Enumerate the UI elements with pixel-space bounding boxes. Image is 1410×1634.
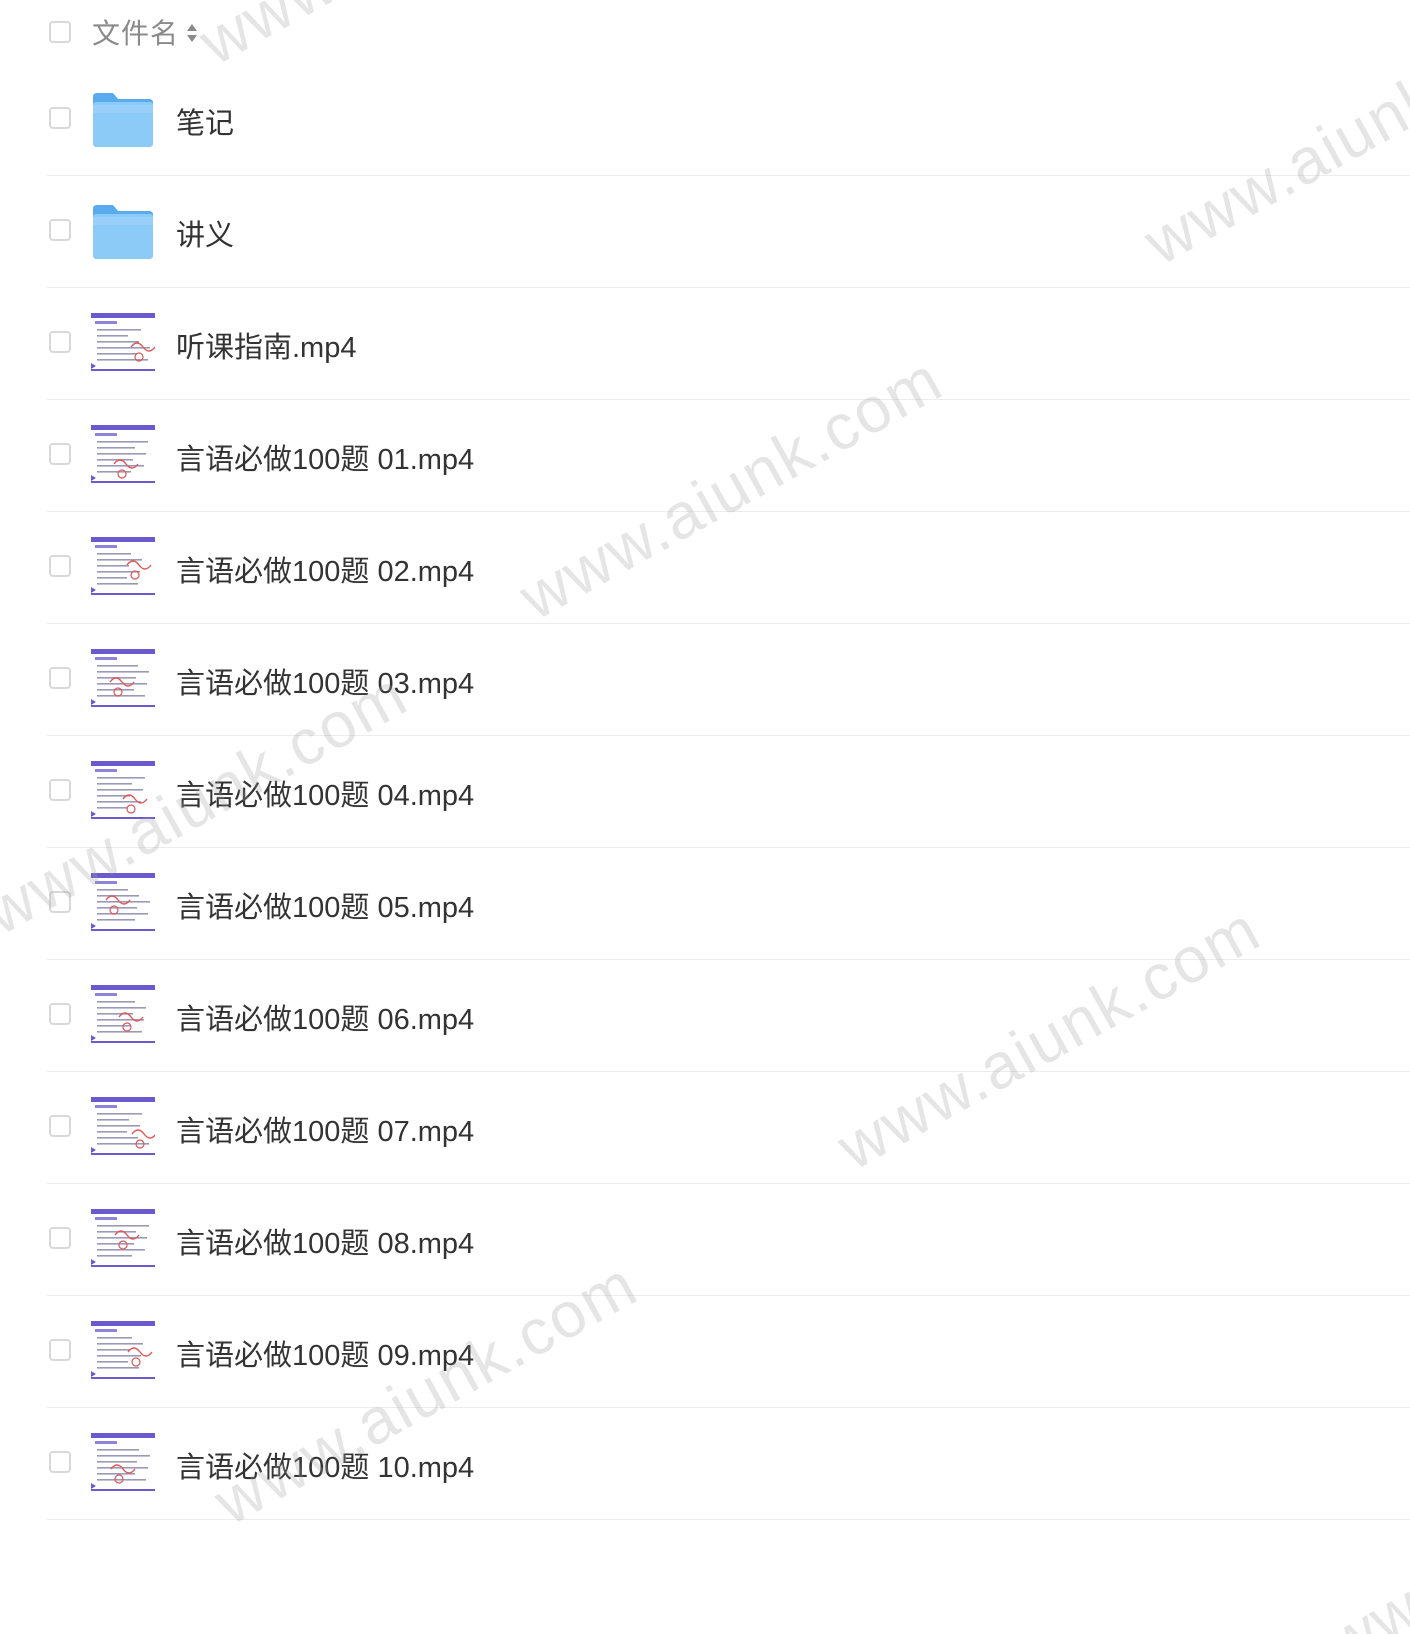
row-checkbox[interactable] xyxy=(49,1227,71,1249)
file-row[interactable]: 言语必做100题 03.mp4 xyxy=(47,624,1410,736)
file-list: 文件名 笔记讲义听课指南.mp4 言语必做100题 01.mp4 言语必做100题 … xyxy=(0,0,1410,1520)
video-thumbnail-icon[interactable] xyxy=(91,537,155,597)
select-all-checkbox[interactable] xyxy=(49,21,71,43)
video-thumbnail-icon[interactable] xyxy=(91,649,155,709)
file-row[interactable]: 言语必做100题 07.mp4 xyxy=(47,1072,1410,1184)
row-checkbox[interactable] xyxy=(49,1115,71,1137)
video-thumbnail-icon[interactable] xyxy=(91,1321,155,1381)
row-checkbox[interactable] xyxy=(49,443,71,465)
video-thumbnail-icon[interactable] xyxy=(91,1433,155,1493)
video-thumbnail-icon[interactable] xyxy=(91,1209,155,1269)
file-row[interactable]: 言语必做100题 05.mp4 xyxy=(47,848,1410,960)
file-row[interactable]: 言语必做100题 10.mp4 xyxy=(47,1408,1410,1520)
file-row[interactable]: 言语必做100题 01.mp4 xyxy=(47,400,1410,512)
file-name[interactable]: 言语必做100题 02.mp4 xyxy=(176,548,474,590)
file-name[interactable]: 言语必做100题 06.mp4 xyxy=(176,996,474,1038)
row-checkbox[interactable] xyxy=(49,667,71,689)
file-name[interactable]: 讲义 xyxy=(176,212,234,254)
file-name[interactable]: 言语必做100题 05.mp4 xyxy=(176,884,474,926)
file-row[interactable]: 言语必做100题 09.mp4 xyxy=(47,1296,1410,1408)
sort-arrows-icon[interactable] xyxy=(184,21,200,45)
video-thumbnail-icon[interactable] xyxy=(91,873,155,933)
file-row[interactable]: 讲义 xyxy=(47,176,1410,288)
file-row[interactable]: 笔记 xyxy=(47,64,1410,176)
file-row[interactable]: 言语必做100题 06.mp4 xyxy=(47,960,1410,1072)
file-name[interactable]: 听课指南.mp4 xyxy=(176,324,356,366)
file-name[interactable]: 言语必做100题 09.mp4 xyxy=(176,1332,474,1374)
file-name[interactable]: 言语必做100题 03.mp4 xyxy=(176,660,474,702)
file-row[interactable]: 听课指南.mp4 xyxy=(47,288,1410,400)
file-name[interactable]: 言语必做100题 01.mp4 xyxy=(176,436,474,478)
row-checkbox[interactable] xyxy=(49,1339,71,1361)
row-checkbox[interactable] xyxy=(49,555,71,577)
file-list-header: 文件名 xyxy=(0,0,1410,64)
video-thumbnail-icon[interactable] xyxy=(91,761,155,821)
row-checkbox[interactable] xyxy=(49,107,71,129)
video-thumbnail-icon[interactable] xyxy=(91,425,155,485)
file-name[interactable]: 笔记 xyxy=(176,100,234,142)
video-thumbnail-icon[interactable] xyxy=(91,985,155,1045)
file-name[interactable]: 言语必做100题 10.mp4 xyxy=(176,1444,474,1486)
folder-icon[interactable] xyxy=(91,201,155,261)
file-name[interactable]: 言语必做100题 08.mp4 xyxy=(176,1220,474,1262)
folder-icon[interactable] xyxy=(91,89,155,149)
file-row[interactable]: 言语必做100题 08.mp4 xyxy=(47,1184,1410,1296)
file-row[interactable]: 言语必做100题 02.mp4 xyxy=(47,512,1410,624)
row-checkbox[interactable] xyxy=(49,1451,71,1473)
video-thumbnail-icon[interactable] xyxy=(91,1097,157,1157)
video-thumbnail-icon[interactable] xyxy=(91,313,156,373)
row-checkbox[interactable] xyxy=(49,219,71,241)
file-name[interactable]: 言语必做100题 07.mp4 xyxy=(176,1108,474,1150)
row-checkbox[interactable] xyxy=(49,331,71,353)
row-checkbox[interactable] xyxy=(49,1003,71,1025)
file-rows: 笔记讲义听课指南.mp4 言语必做100题 01.mp4 言语必做100题 02.m… xyxy=(0,64,1410,1520)
row-checkbox[interactable] xyxy=(49,891,71,913)
filename-column-header[interactable]: 文件名 xyxy=(92,12,179,52)
file-row[interactable]: 言语必做100题 04.mp4 xyxy=(47,736,1410,848)
row-checkbox[interactable] xyxy=(49,779,71,801)
file-name[interactable]: 言语必做100题 04.mp4 xyxy=(176,772,474,814)
